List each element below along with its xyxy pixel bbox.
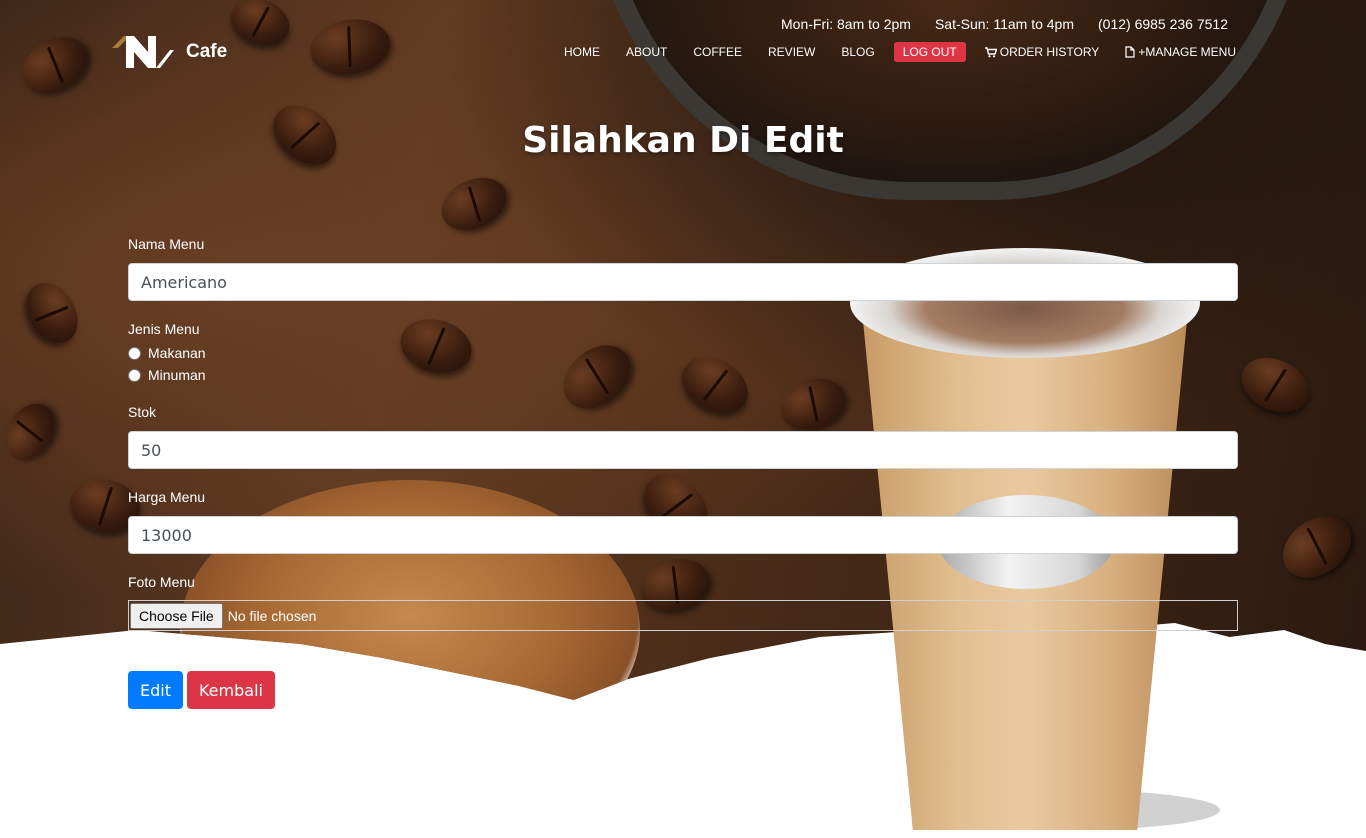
main-nav: HOME ABOUT COFFEE REVIEW BLOG LOG OUT OR… xyxy=(547,42,1245,62)
radio-makanan-label: Makanan xyxy=(148,345,206,361)
radio-minuman[interactable]: Minuman xyxy=(128,367,1238,383)
kembali-button[interactable]: Kembali xyxy=(186,671,275,709)
info-bar: Mon-Fri: 8am to 2pm Sat-Sun: 11am to 4pm… xyxy=(781,16,1228,32)
choose-file-button[interactable]: Choose File xyxy=(130,602,223,629)
nama-menu-label: Nama Menu xyxy=(128,236,205,252)
nav-order-history[interactable]: ORDER HISTORY xyxy=(976,42,1109,62)
site-header: Cafe Mon-Fri: 8am to 2pm Sat-Sun: 11am t… xyxy=(0,0,1366,80)
radio-minuman-button[interactable] xyxy=(128,368,141,382)
coffee-bean xyxy=(1232,347,1318,423)
nav-review[interactable]: REVIEW xyxy=(759,42,824,62)
nav-home[interactable]: HOME xyxy=(555,42,609,62)
edit-menu-form: Nama Menu Jenis Menu Makanan Minuman Sto… xyxy=(128,230,1238,709)
brand-name: Cafe xyxy=(186,41,228,62)
phone-number: (012) 6985 236 7512 xyxy=(1098,16,1228,32)
nav-logout-button[interactable]: LOG OUT xyxy=(893,42,966,62)
harga-menu-label: Harga Menu xyxy=(128,489,206,505)
edit-button[interactable]: Edit xyxy=(128,671,183,709)
stok-label: Stok xyxy=(128,404,157,420)
radio-makanan[interactable]: Makanan xyxy=(128,345,1238,361)
foto-menu-file-input[interactable]: Choose File No file chosen xyxy=(128,600,1238,631)
harga-menu-input[interactable] xyxy=(128,516,1238,554)
cart-icon xyxy=(984,46,997,57)
logo[interactable]: Cafe xyxy=(112,36,227,68)
nav-manage-menu-label: +MANAGE MENU xyxy=(1138,45,1236,59)
coffee-bean xyxy=(0,395,65,469)
radio-makanan-button[interactable] xyxy=(128,346,141,360)
nav-blog[interactable]: BLOG xyxy=(832,42,883,62)
jenis-menu-label: Jenis Menu xyxy=(128,321,200,337)
page-title: Silahkan Di Edit xyxy=(522,120,844,161)
logo-mark-icon xyxy=(112,36,174,68)
nama-menu-input[interactable] xyxy=(128,263,1238,301)
nav-about[interactable]: ABOUT xyxy=(617,42,676,62)
nav-order-history-label: ORDER HISTORY xyxy=(999,45,1100,59)
nav-manage-menu[interactable]: +MANAGE MENU xyxy=(1116,42,1245,62)
radio-minuman-label: Minuman xyxy=(148,367,206,383)
foto-menu-label: Foto Menu xyxy=(128,574,195,590)
hours-weekday: Mon-Fri: 8am to 2pm xyxy=(781,16,911,32)
form-actions: Edit Kembali xyxy=(128,671,1238,709)
file-icon xyxy=(1125,46,1135,58)
coffee-bean xyxy=(16,273,88,353)
nav-coffee[interactable]: COFFEE xyxy=(684,42,751,62)
file-status-text: No file chosen xyxy=(227,607,317,624)
hours-weekend: Sat-Sun: 11am to 4pm xyxy=(934,16,1074,32)
coffee-bean xyxy=(1271,503,1363,591)
stok-input[interactable] xyxy=(128,431,1238,469)
